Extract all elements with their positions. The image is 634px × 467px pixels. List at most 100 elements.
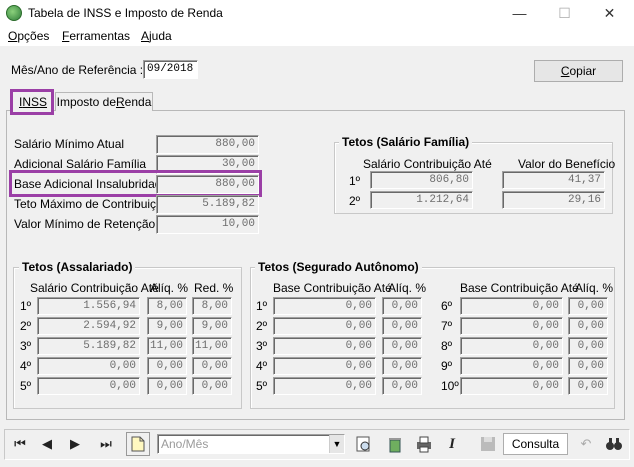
base-adicional-insalubridade-field[interactable]: 880,00 xyxy=(156,175,259,194)
as-row-red[interactable]: 11,00 xyxy=(192,337,232,355)
print-button[interactable] xyxy=(412,432,436,456)
zoom-document-icon xyxy=(356,436,370,452)
as-row-aliq[interactable]: 9,00 xyxy=(147,317,187,335)
sf-row-2-contrib[interactable]: 1.212,64 xyxy=(370,191,473,209)
minimize-button[interactable]: — xyxy=(497,0,542,26)
period-combo[interactable]: Ano/Mês xyxy=(157,434,345,454)
view-button[interactable] xyxy=(352,432,376,456)
as-row-contrib[interactable]: 0,00 xyxy=(37,357,140,375)
au-right-row-label: 8º xyxy=(441,339,453,353)
au-right-row-aliq[interactable]: 0,00 xyxy=(568,297,608,315)
adicional-salario-familia-label: Adicional Salário Família xyxy=(14,157,147,171)
copy-button[interactable]: Copiar xyxy=(534,60,623,82)
italic-icon[interactable]: I xyxy=(440,432,464,456)
salario-minimo-label: Salário Mínimo Atual xyxy=(14,137,125,151)
as-col-aliq: Alíq. % xyxy=(150,281,189,295)
salario-familia-title: Tetos (Salário Família) xyxy=(339,135,473,149)
last-record-button[interactable]: ⏭ xyxy=(94,432,118,456)
au-right-row-aliq[interactable]: 0,00 xyxy=(568,377,608,395)
maximize-button[interactable]: ☐ xyxy=(542,0,587,26)
au-right-row-label: 10º xyxy=(441,379,459,393)
salario-minimo-field[interactable]: 880,00 xyxy=(156,135,259,154)
autonomo-title: Tetos (Segurado Autônomo) xyxy=(255,260,422,274)
close-button[interactable]: ✕ xyxy=(587,0,632,26)
au-right-row-base[interactable]: 0,00 xyxy=(460,317,563,335)
delete-button[interactable] xyxy=(383,432,407,456)
chevron-down-icon[interactable]: ▼ xyxy=(329,435,344,453)
assalariado-title: Tetos (Assalariado) xyxy=(19,260,136,274)
previous-record-button[interactable]: ◀ xyxy=(35,432,59,456)
binoculars-button[interactable] xyxy=(602,432,626,456)
as-row-label: 2º xyxy=(20,319,32,333)
au-left-col-aliq: Alíq. % xyxy=(388,281,427,295)
au-left-row-base[interactable]: 0,00 xyxy=(273,317,376,335)
sf-row-1-contrib[interactable]: 806,80 xyxy=(370,171,473,189)
au-left-row-aliq[interactable]: 0,00 xyxy=(382,377,422,395)
au-right-row-label: 7º xyxy=(441,319,453,333)
au-left-row-base[interactable]: 0,00 xyxy=(273,377,376,395)
as-row-contrib[interactable]: 2.594,92 xyxy=(37,317,140,335)
au-right-row-aliq[interactable]: 0,00 xyxy=(568,357,608,375)
printer-icon xyxy=(417,436,431,453)
au-left-row-label: 2º xyxy=(256,319,268,333)
teto-maximo-label: Teto Máximo de Contribuição xyxy=(14,197,170,211)
menu-opcoes[interactable]: Opções xyxy=(8,29,49,43)
au-left-row-base[interactable]: 0,00 xyxy=(273,297,376,315)
menu-ajuda[interactable]: Ajuda xyxy=(141,29,172,43)
trash-icon xyxy=(389,438,401,453)
au-left-row-label: 5º xyxy=(256,379,268,393)
as-row-label: 5º xyxy=(20,379,32,393)
save-icon xyxy=(481,437,495,451)
valor-minimo-field[interactable]: 10,00 xyxy=(156,215,259,234)
au-left-row-base[interactable]: 0,00 xyxy=(273,357,376,375)
menu-ferramentas[interactable]: Ferramentas xyxy=(62,29,130,43)
au-left-row-label: 3º xyxy=(256,339,268,353)
as-row-contrib[interactable]: 5.189,82 xyxy=(37,337,140,355)
sf-row-1-label: 1º xyxy=(349,174,361,188)
tab-inss[interactable]: I NSS xyxy=(12,90,54,112)
tab-imposto-de-renda[interactable]: Imposto de Renda xyxy=(55,92,153,111)
binoculars-icon xyxy=(606,438,622,450)
as-row-contrib[interactable]: 0,00 xyxy=(37,377,140,395)
au-right-row-base[interactable]: 0,00 xyxy=(460,297,563,315)
sf-col-contribuicao: Salário Contribuição Até xyxy=(363,157,492,171)
au-right-row-aliq[interactable]: 0,00 xyxy=(568,337,608,355)
reference-input[interactable]: 09/2018 xyxy=(143,60,198,79)
sf-row-1-benef[interactable]: 41,37 xyxy=(502,171,605,189)
teto-maximo-field[interactable]: 5.189,82 xyxy=(156,195,259,214)
as-row-label: 1º xyxy=(20,299,32,313)
undo-icon[interactable]: ↶ xyxy=(574,432,598,456)
au-right-row-base[interactable]: 0,00 xyxy=(460,377,563,395)
as-row-label: 4º xyxy=(20,359,32,373)
as-row-red[interactable]: 0,00 xyxy=(192,357,232,375)
as-row-red[interactable]: 0,00 xyxy=(192,377,232,395)
first-record-button[interactable]: ⏮ xyxy=(8,432,32,456)
as-row-label: 3º xyxy=(20,339,32,353)
au-left-row-aliq[interactable]: 0,00 xyxy=(382,357,422,375)
new-document-button[interactable] xyxy=(126,432,150,456)
query-button[interactable]: Consulta xyxy=(503,433,568,455)
as-row-red[interactable]: 9,00 xyxy=(192,317,232,335)
next-record-button[interactable]: ▶ xyxy=(63,432,87,456)
as-row-red[interactable]: 8,00 xyxy=(192,297,232,315)
as-row-aliq[interactable]: 8,00 xyxy=(147,297,187,315)
as-row-aliq[interactable]: 11,00 xyxy=(147,337,187,355)
au-right-row-base[interactable]: 0,00 xyxy=(460,357,563,375)
save-button[interactable] xyxy=(476,432,500,456)
valor-minimo-label: Valor Mínimo de Retenção xyxy=(14,217,156,231)
au-left-row-base[interactable]: 0,00 xyxy=(273,337,376,355)
au-left-row-aliq[interactable]: 0,00 xyxy=(382,317,422,335)
au-left-col-base: Base Contribuição Até xyxy=(273,281,392,295)
au-right-row-label: 9º xyxy=(441,359,453,373)
as-row-aliq[interactable]: 0,00 xyxy=(147,377,187,395)
adicional-salario-familia-field[interactable]: 30,00 xyxy=(156,155,259,174)
au-right-row-aliq[interactable]: 0,00 xyxy=(568,317,608,335)
as-row-aliq[interactable]: 0,00 xyxy=(147,357,187,375)
au-left-row-aliq[interactable]: 0,00 xyxy=(382,297,422,315)
sf-col-beneficio: Valor do Benefício xyxy=(518,157,616,171)
au-right-col-base: Base Contribuição Até xyxy=(460,281,579,295)
au-left-row-aliq[interactable]: 0,00 xyxy=(382,337,422,355)
au-right-row-base[interactable]: 0,00 xyxy=(460,337,563,355)
sf-row-2-benef[interactable]: 29,16 xyxy=(502,191,605,209)
as-row-contrib[interactable]: 1.556,94 xyxy=(37,297,140,315)
